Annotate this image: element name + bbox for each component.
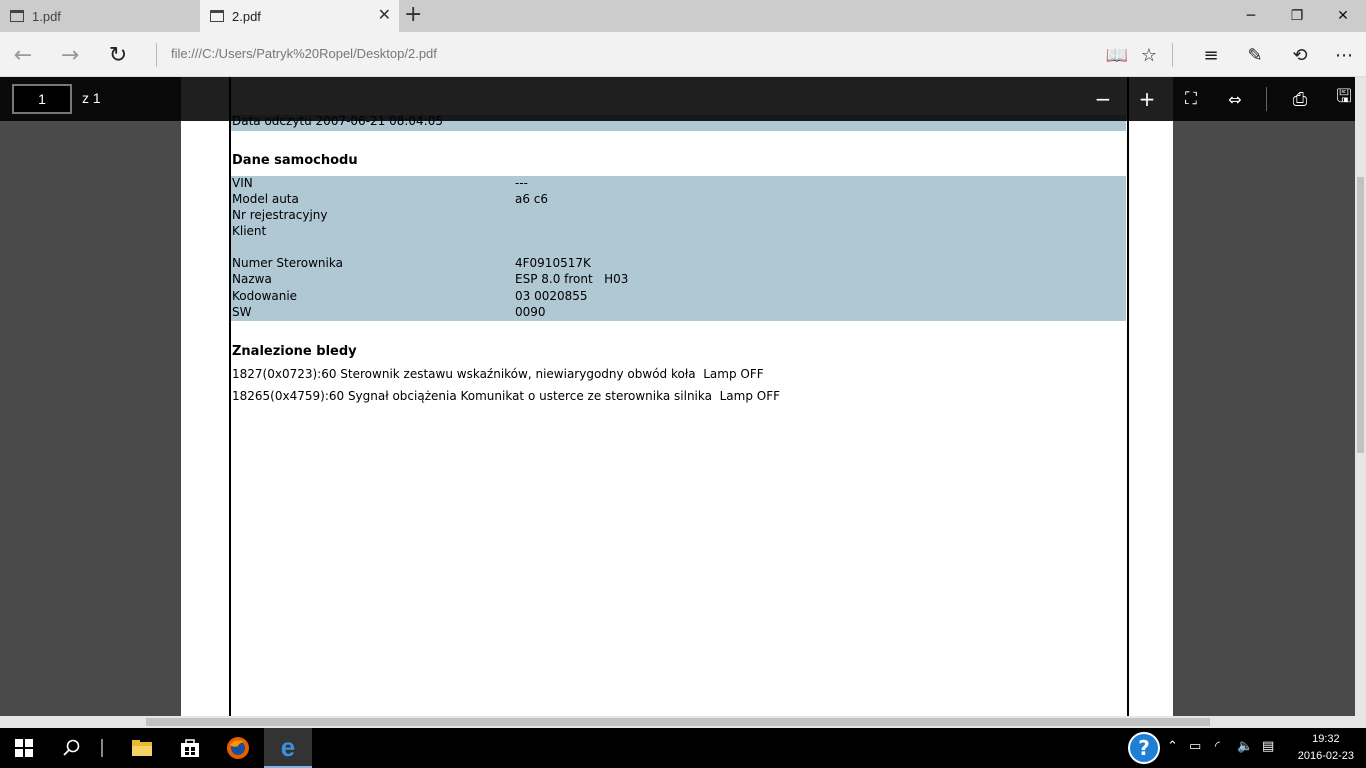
web-note-icon[interactable]: ✎	[1240, 40, 1270, 70]
table-row-value: 4F0910517K	[515, 256, 591, 270]
minimize-window-icon[interactable]: ─	[1228, 0, 1274, 32]
page-number-input[interactable]: 1	[12, 84, 72, 114]
tab-label: 2.pdf	[232, 8, 261, 24]
file-explorer-icon[interactable]	[118, 728, 166, 768]
more-actions-icon[interactable]: ⋯	[1329, 40, 1359, 70]
table-row-value: 0090	[515, 305, 546, 319]
edge-icon[interactable]: e	[264, 728, 312, 768]
divider	[1266, 87, 1267, 111]
fit-page-icon[interactable]: ⛶	[1176, 84, 1206, 114]
back-arrow-icon[interactable]: ←	[8, 40, 38, 70]
zoom-out-icon[interactable]: −	[1088, 84, 1118, 114]
firefox-icon[interactable]	[214, 728, 262, 768]
wifi-icon[interactable]: ◜	[1215, 739, 1220, 754]
error-item: 1827(0x0723):60 Sterownik zestawu wskaźn…	[232, 367, 764, 381]
table-row-label: Numer Sterownika	[232, 256, 343, 270]
pdf-page: Data odczytu 2007-06-21 08:04:05 Dane sa…	[181, 77, 1173, 717]
url-field[interactable]: file:///C:/Users/Patryk%20Ropel/Desktop/…	[171, 46, 437, 61]
table-row-value: 03 0020855	[515, 289, 588, 303]
page-icon	[210, 10, 224, 22]
refresh-icon[interactable]: ↻	[103, 40, 133, 70]
restore-window-icon[interactable]: ❐	[1274, 0, 1320, 32]
vehicle-band	[231, 176, 1126, 321]
clock-time: 19:32	[1312, 733, 1340, 745]
help-icon[interactable]: ?	[1128, 732, 1160, 764]
print-icon[interactable]: ⎙	[1285, 84, 1315, 114]
error-item: 18265(0x4759):60 Sygnał obciążenia Komun…	[232, 389, 781, 403]
notifications-icon[interactable]: ▤	[1262, 739, 1274, 754]
table-row-label: Nr rejestracyjny	[232, 208, 328, 222]
task-view-icon[interactable]	[96, 728, 108, 768]
clock[interactable]: 19:32 2016-02-23	[1298, 731, 1354, 765]
tab-strip: 1.pdf 2.pdf ✕ + ─ ❐ ✕	[0, 0, 1366, 32]
favorite-star-icon[interactable]: ☆	[1134, 40, 1164, 70]
volume-icon[interactable]: 🔈	[1237, 739, 1253, 754]
scrollbar-thumb[interactable]	[1357, 177, 1364, 453]
zoom-in-icon[interactable]: +	[1132, 84, 1162, 114]
close-tab-icon[interactable]: ✕	[378, 8, 391, 24]
close-window-icon[interactable]: ✕	[1320, 0, 1366, 32]
search-icon[interactable]	[48, 728, 96, 768]
tab-2pdf[interactable]: 2.pdf ✕	[200, 0, 399, 32]
pdf-toolbar: 1 z 1 − + ⛶ ⇔ ⎙ 🖫	[0, 77, 1366, 121]
table-row-value: a6 c6	[515, 192, 549, 206]
table-row-value: ---	[515, 176, 528, 190]
table-row-label: Klient	[232, 224, 267, 238]
table-row-label: Kodowanie	[232, 289, 298, 303]
divider	[1172, 43, 1173, 67]
start-windows-icon[interactable]	[0, 728, 48, 768]
share-icon[interactable]: ⟲	[1285, 40, 1315, 70]
address-bar: ← → ↻ file:///C:/Users/Patryk%20Ropel/De…	[0, 32, 1366, 77]
battery-icon[interactable]: ▭	[1189, 739, 1201, 754]
store-icon[interactable]	[166, 728, 214, 768]
tab-label: 1.pdf	[32, 8, 61, 24]
table-row-label: VIN	[232, 176, 253, 190]
taskbar: e ? ⌃ ▭ ◜ 🔈 ▤ 19:32 2016-02-23	[0, 728, 1366, 768]
vehicle-heading: Dane samochodu	[232, 153, 358, 168]
divider	[156, 43, 157, 67]
chevron-up-icon[interactable]: ⌃	[1167, 739, 1178, 754]
table-row-value: ESP 8.0 front H03	[515, 272, 629, 286]
page-icon	[10, 10, 24, 22]
errors-heading: Znalezione bledy	[232, 344, 357, 359]
page-count: z 1	[82, 90, 101, 106]
forward-arrow-icon[interactable]: →	[55, 40, 85, 70]
clock-date: 2016-02-23	[1297, 750, 1354, 762]
horizontal-scrollbar[interactable]	[0, 716, 1366, 728]
tab-1pdf[interactable]: 1.pdf	[0, 0, 199, 32]
table-row-label: Nazwa	[232, 272, 272, 286]
fit-width-icon[interactable]: ⇔	[1220, 84, 1250, 114]
table-row-label: Model auta	[232, 192, 299, 206]
new-tab-button[interactable]: +	[404, 4, 422, 26]
reading-view-icon[interactable]: 📖	[1102, 40, 1132, 70]
pdf-viewport[interactable]: Data odczytu 2007-06-21 08:04:05 Dane sa…	[0, 77, 1366, 728]
table-row-label: SW	[232, 305, 252, 319]
vertical-scrollbar[interactable]	[1355, 77, 1366, 716]
hub-icon[interactable]: ≡	[1196, 40, 1226, 70]
scrollbar-thumb[interactable]	[146, 718, 1210, 726]
